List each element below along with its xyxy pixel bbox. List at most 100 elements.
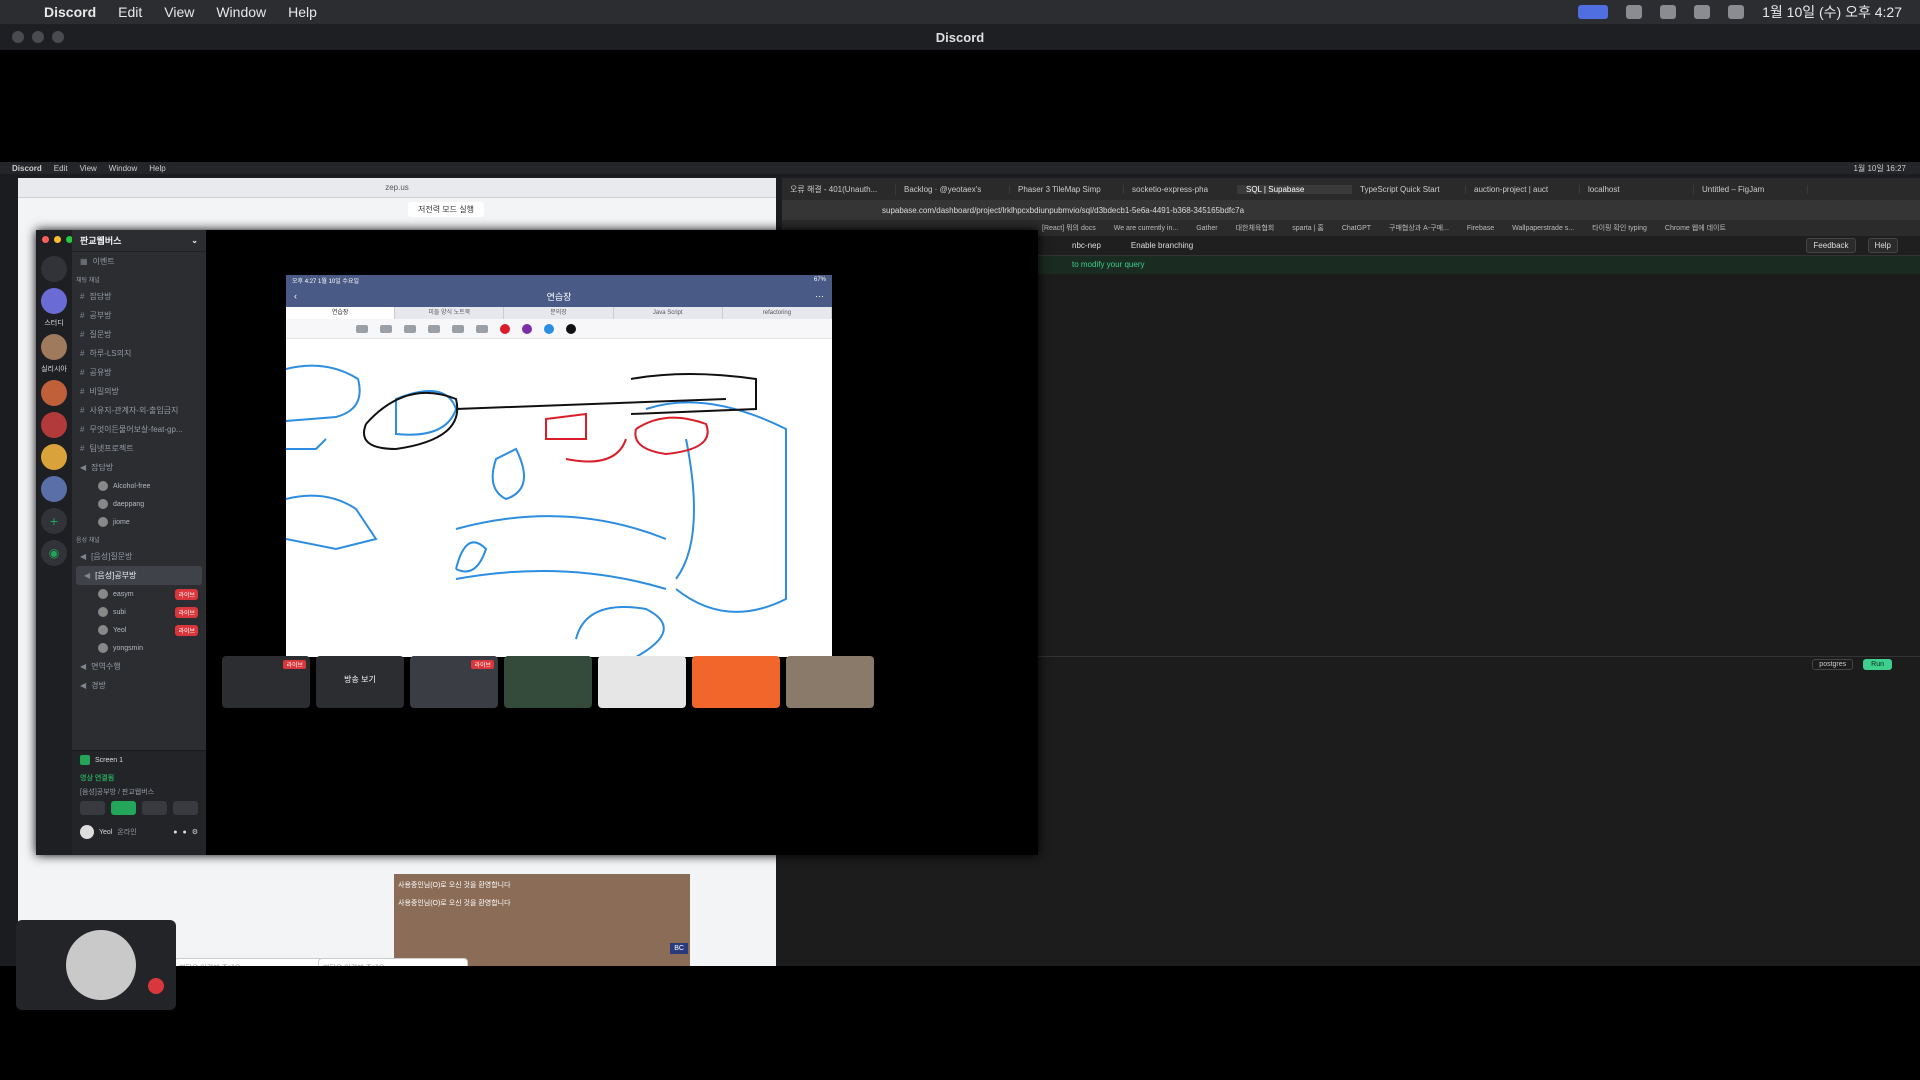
- minimize-button[interactable]: [32, 31, 44, 43]
- watch-stream-button[interactable]: 방송 보기: [316, 674, 404, 685]
- stream-tile[interactable]: 라이브: [410, 656, 498, 708]
- voice-user[interactable]: subi 라이브: [72, 603, 206, 621]
- lasso-icon: [428, 324, 440, 333]
- zoom-button[interactable]: [52, 31, 64, 43]
- ipad-tab: refactoring: [723, 307, 832, 319]
- voice-user[interactable]: Alcohol-free: [72, 477, 206, 495]
- soundboard-button[interactable]: [173, 801, 198, 815]
- avatar: [98, 517, 108, 527]
- text-channel[interactable]: # 공유방: [72, 363, 206, 382]
- zep-chat-input: 채팅을 입력해 주세요: [174, 958, 324, 966]
- gear-icon[interactable]: ⚙: [192, 828, 198, 836]
- voice-user[interactable]: daeppang: [72, 495, 206, 513]
- camera-button[interactable]: [80, 801, 105, 815]
- help-button: Help: [1867, 238, 1898, 253]
- server-icon[interactable]: [41, 444, 67, 470]
- clock[interactable]: 1월 10일 (수) 오후 4:27: [1762, 2, 1902, 22]
- bookmark: We are currently in...: [1113, 224, 1179, 232]
- text-channel[interactable]: # 질문방: [72, 325, 206, 344]
- voice-channel-active[interactable]: ◀ [음성]공부방: [76, 566, 202, 585]
- control-center-icon[interactable]: [1728, 5, 1745, 19]
- stream-tile[interactable]: [692, 656, 780, 708]
- speaker-icon: ◀: [80, 662, 87, 671]
- stream-tile[interactable]: 방송 보기: [316, 656, 404, 708]
- ipad-tab: Java Script: [614, 307, 723, 319]
- text-channel-label: 잡담방: [89, 292, 112, 301]
- voice-channel[interactable]: ◀ 면역수행: [72, 657, 206, 676]
- add-server-icon[interactable]: +: [41, 508, 67, 534]
- voice-user[interactable]: jiome: [72, 513, 206, 531]
- events-item[interactable]: ▦ 이벤트: [72, 252, 206, 271]
- menu-view[interactable]: View: [164, 4, 194, 20]
- mic-icon[interactable]: ●: [173, 829, 177, 836]
- text-channel-label: 공유방: [89, 368, 112, 377]
- discover-icon[interactable]: ◉: [41, 540, 67, 566]
- menu-help[interactable]: Help: [288, 4, 317, 20]
- live-badge: 라이브: [471, 660, 494, 669]
- server-icon[interactable]: [41, 334, 67, 360]
- voice-channel[interactable]: ◀ 경방: [72, 676, 206, 695]
- category-voice[interactable]: 음성 채널: [72, 531, 206, 547]
- server-header[interactable]: 판교웹버스 ⌄: [72, 230, 206, 252]
- voice-channel[interactable]: ◀ 잡담방: [72, 458, 206, 477]
- hash-icon: #: [80, 330, 85, 339]
- server-icon[interactable]: [41, 476, 67, 502]
- server-icon[interactable]: [41, 256, 67, 282]
- avatar: [98, 499, 108, 509]
- ipad-toolbar: [286, 319, 832, 339]
- voice-connected[interactable]: 영상 연결됨: [72, 769, 206, 787]
- voice-user-name: Yeol: [113, 626, 127, 634]
- voice-user-name: subi: [113, 608, 126, 616]
- wifi-icon[interactable]: [1626, 5, 1643, 19]
- zep-urlbar: zep.us: [18, 178, 776, 198]
- server-icon[interactable]: [41, 288, 67, 314]
- ipad-stream[interactable]: 오후 4:27 1월 10일 수요일 67% ‹ 연습장 ⋯ 연습장 미들 양식 …: [286, 275, 832, 657]
- text-channel[interactable]: # 무엇이든물어보살-feat-gp...: [72, 420, 206, 439]
- stream-tile[interactable]: [504, 656, 592, 708]
- voice-user[interactable]: yongsmin: [72, 639, 206, 657]
- speaker-icon: ◀: [80, 463, 87, 472]
- zep-game-line: 사용중인님(O)로 오신 것을 환영합니다: [398, 900, 511, 907]
- avatar[interactable]: [80, 825, 94, 839]
- screen-share-row[interactable]: Screen 1: [72, 751, 206, 769]
- zep-badge: BC: [670, 943, 688, 954]
- activity-button[interactable]: [142, 801, 167, 815]
- ipad-time: 오후 4:27 1월 10일 수요일: [292, 278, 359, 285]
- inner-clock: 1월 10일 16:27: [1853, 163, 1906, 173]
- headphone-icon[interactable]: ●: [182, 829, 186, 836]
- avatar: [98, 625, 108, 635]
- volume-icon[interactable]: [1660, 5, 1677, 19]
- stream-tile[interactable]: [786, 656, 874, 708]
- stream-tile[interactable]: [598, 656, 686, 708]
- server-icon[interactable]: [41, 412, 67, 438]
- text-channel[interactable]: # 하루-LS의지: [72, 344, 206, 363]
- browser-url: supabase.com/dashboard/project/lrklhpcxb…: [882, 205, 1245, 215]
- pip-window[interactable]: [16, 920, 176, 1010]
- server-name: 판교웹버스: [80, 236, 122, 246]
- category-text[interactable]: 채팅 채널: [72, 271, 206, 287]
- screenshare-button[interactable]: [111, 801, 136, 815]
- voice-user[interactable]: Yeol 라이브: [72, 621, 206, 639]
- color-swatch: [566, 323, 576, 334]
- bookmark: ChatGPT: [1341, 224, 1372, 232]
- bluetooth-icon[interactable]: [1694, 5, 1711, 19]
- voice-channel[interactable]: ◀ [음성]질문방: [72, 547, 206, 566]
- text-channel[interactable]: # 비밀의방: [72, 382, 206, 401]
- menu-window[interactable]: Window: [216, 4, 266, 20]
- menu-edit[interactable]: Edit: [118, 4, 142, 20]
- text-channel[interactable]: # 팀넷프로젝트: [72, 439, 206, 458]
- text-channel[interactable]: # 사유지-관계자-외-출입금지: [72, 401, 206, 420]
- text-channel[interactable]: # 공부방: [72, 306, 206, 325]
- ipad-tab: 연습장: [286, 307, 396, 319]
- close-button[interactable]: [12, 31, 24, 43]
- server-icon[interactable]: [41, 380, 67, 406]
- text-channel[interactable]: # 잡담방: [72, 287, 206, 306]
- screen-share-icon[interactable]: [1578, 5, 1609, 19]
- bookmark: Chrome 웹에 데이트: [1664, 225, 1726, 232]
- stream-tile[interactable]: 라이브: [222, 656, 310, 708]
- voice-user[interactable]: easym 라이브: [72, 585, 206, 603]
- menu-app[interactable]: Discord: [44, 4, 96, 20]
- calendar-icon: ▦: [80, 257, 88, 266]
- speaker-icon: ◀: [80, 552, 87, 561]
- bookmark: Gather: [1196, 224, 1218, 232]
